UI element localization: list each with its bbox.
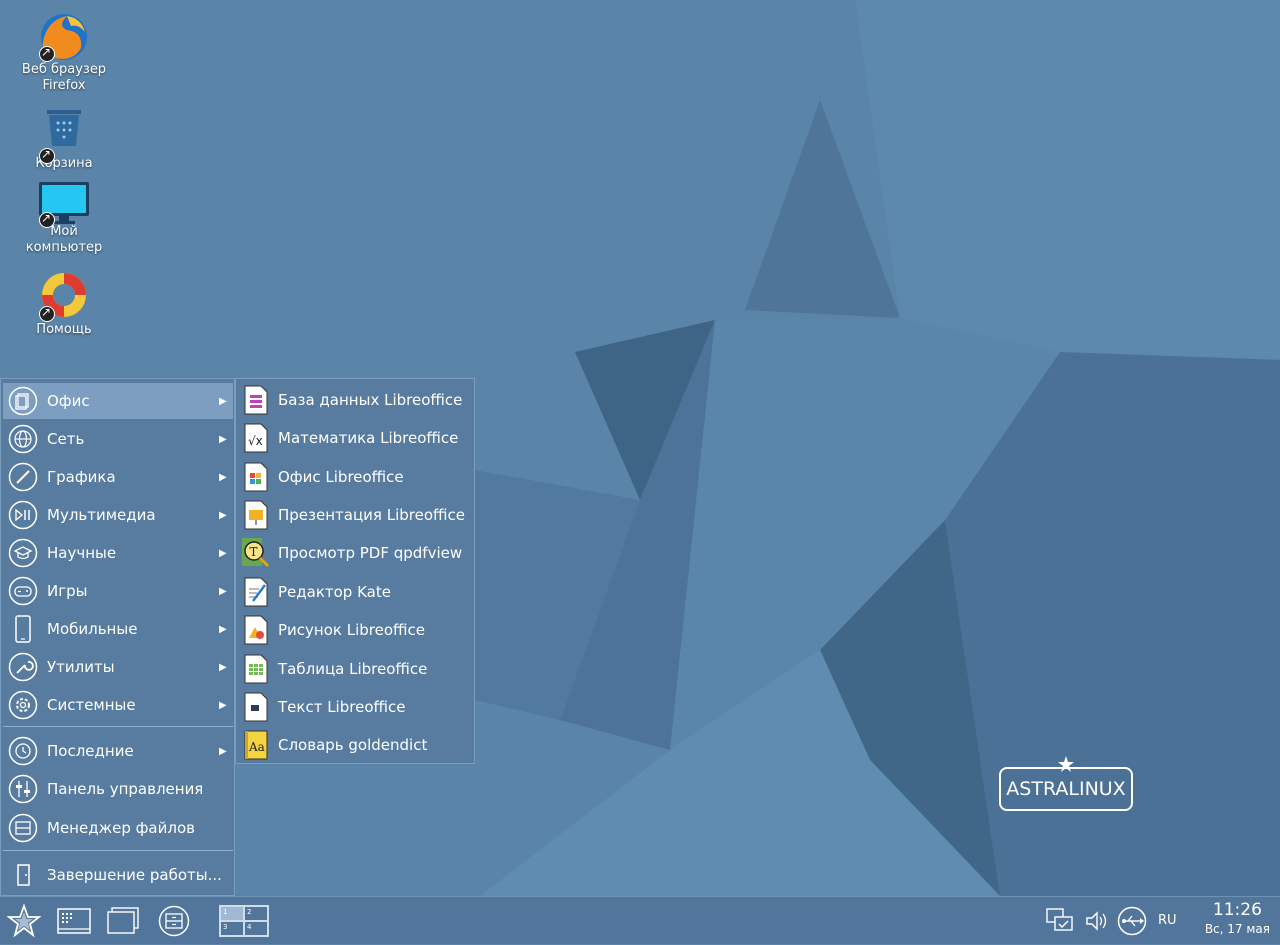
shortcut-arrow-icon <box>39 146 55 164</box>
usb-network-icon <box>1117 906 1147 936</box>
menu-item-science[interactable]: Научные ▶ <box>3 535 233 571</box>
qpdfview-icon: T <box>242 538 270 568</box>
shortcut-arrow-icon <box>39 304 55 322</box>
desktop-icon-firefox[interactable]: Веб браузер Firefox <box>14 12 114 94</box>
workspace-1[interactable]: 1 <box>220 906 244 921</box>
chevron-right-icon: ▶ <box>219 395 227 407</box>
shortcut-arrow-icon <box>39 210 55 228</box>
libreoffice-impress-icon <box>242 500 270 530</box>
submenu-item-qpdfview[interactable]: T Просмотр PDF qpdfview <box>242 536 474 570</box>
menu-separator <box>3 726 233 727</box>
libreoffice-base-icon <box>242 385 270 415</box>
workspace-4[interactable]: 4 <box>244 921 268 936</box>
menu-item-games[interactable]: Игры ▶ <box>3 573 233 609</box>
show-desktop-button[interactable] <box>55 897 93 945</box>
keyboard-layout-indicator[interactable]: RU <box>1158 897 1177 945</box>
start-button[interactable] <box>4 897 44 945</box>
submenu-item-libreoffice-calc[interactable]: Таблица Libreoffice <box>242 652 474 686</box>
file-manager-icon <box>7 812 39 844</box>
trash-icon <box>47 110 81 146</box>
network-icon <box>7 423 39 455</box>
display-check-icon <box>1046 908 1073 931</box>
menu-item-recent[interactable]: Последние ▶ <box>3 733 233 769</box>
menu-item-utilities[interactable]: Утилиты ▶ <box>3 649 233 685</box>
system-icon <box>7 689 39 721</box>
libreoffice-icon <box>242 462 270 492</box>
file-manager-button[interactable] <box>155 897 193 945</box>
clock[interactable]: 11:26 Вс, 17 мая <box>1205 899 1270 937</box>
chevron-right-icon: ▶ <box>219 547 227 559</box>
workspace-2[interactable]: 2 <box>244 906 268 921</box>
chevron-right-icon: ▶ <box>219 509 227 521</box>
taskbar: 1 2 3 4 RU 11:26 Вс, 17 мая <box>0 896 1280 944</box>
libreoffice-writer-icon <box>242 692 270 722</box>
display-tray-button[interactable] <box>1043 897 1077 945</box>
menu-item-graphics[interactable]: Графика ▶ <box>3 459 233 495</box>
goldendict-icon: Aa <box>242 730 270 760</box>
libreoffice-math-icon: √x <box>242 423 270 453</box>
desktop-icon-trash[interactable]: Корзина <box>14 106 114 172</box>
menu-item-shutdown[interactable]: Завершение работы... <box>3 857 233 893</box>
app-grid-icon <box>57 908 91 934</box>
graphics-icon <box>7 461 39 493</box>
menu-separator <box>3 850 233 851</box>
workspace-pager: 1 2 3 4 <box>219 905 269 937</box>
submenu-item-goldendict[interactable]: Aa Словарь goldendict <box>242 728 474 762</box>
science-icon <box>7 537 39 569</box>
chevron-right-icon: ▶ <box>219 433 227 445</box>
exit-door-icon <box>7 859 39 891</box>
recent-icon <box>7 735 39 767</box>
submenu-item-kate[interactable]: Редактор Kate <box>242 575 474 609</box>
office-icon <box>7 385 39 417</box>
libreoffice-calc-icon <box>242 654 270 684</box>
menu-item-office[interactable]: Офис ▶ <box>3 383 233 419</box>
games-icon <box>7 575 39 607</box>
chevron-right-icon: ▶ <box>219 699 227 711</box>
workspace-3[interactable]: 3 <box>220 921 244 936</box>
office-submenu: База данных Libreoffice √x Математика Li… <box>235 378 475 764</box>
chevron-right-icon: ▶ <box>219 661 227 673</box>
astralinux-logo: ASTRALINUX <box>999 767 1133 811</box>
submenu-item-libreoffice-math[interactable]: √x Математика Libreoffice <box>242 421 474 455</box>
menu-item-mobile[interactable]: Мобильные ▶ <box>3 611 233 647</box>
file-manager-icon <box>158 905 190 937</box>
windows-button[interactable] <box>104 897 142 945</box>
svg-text:Aa: Aa <box>248 740 265 754</box>
volume-tray-button[interactable] <box>1081 897 1111 945</box>
menu-item-multimedia[interactable]: Мультимедиа ▶ <box>3 497 233 533</box>
start-menu: Офис ▶ Сеть ▶ Графика ▶ Мультимедиа ▶ На… <box>0 378 235 896</box>
submenu-item-libreoffice-impress[interactable]: Презентация Libreoffice <box>242 498 474 532</box>
menu-item-control-panel[interactable]: Панель управления <box>3 771 233 807</box>
menu-item-network[interactable]: Сеть ▶ <box>3 421 233 457</box>
kate-icon <box>242 577 270 607</box>
menu-item-system[interactable]: Системные ▶ <box>3 687 233 723</box>
svg-text:√x: √x <box>248 434 263 448</box>
chevron-right-icon: ▶ <box>219 471 227 483</box>
control-panel-icon <box>7 773 39 805</box>
network-tray-button[interactable] <box>1115 897 1149 945</box>
chevron-right-icon: ▶ <box>219 623 227 635</box>
astra-star-icon <box>7 904 41 938</box>
desktop-icon-my-computer[interactable]: Мой компьютер <box>14 180 114 256</box>
submenu-item-libreoffice-writer[interactable]: Текст Libreoffice <box>242 690 474 724</box>
speaker-icon <box>1086 911 1107 931</box>
chevron-right-icon: ▶ <box>219 745 227 757</box>
multimedia-icon <box>7 499 39 531</box>
menu-item-file-manager[interactable]: Менеджер файлов <box>3 810 233 846</box>
libreoffice-draw-icon <box>242 615 270 645</box>
chevron-right-icon: ▶ <box>219 585 227 597</box>
submenu-item-libreoffice[interactable]: Офис Libreoffice <box>242 460 474 494</box>
mobile-icon <box>7 613 39 645</box>
desktop-icon-help[interactable]: Помощь <box>14 270 114 338</box>
windows-icon <box>107 907 139 934</box>
shortcut-arrow-icon <box>39 44 55 62</box>
submenu-item-libreoffice-draw[interactable]: Рисунок Libreoffice <box>242 613 474 647</box>
utilities-icon <box>7 651 39 683</box>
submenu-item-libreoffice-base[interactable]: База данных Libreoffice <box>242 383 474 417</box>
svg-text:T: T <box>250 545 258 559</box>
